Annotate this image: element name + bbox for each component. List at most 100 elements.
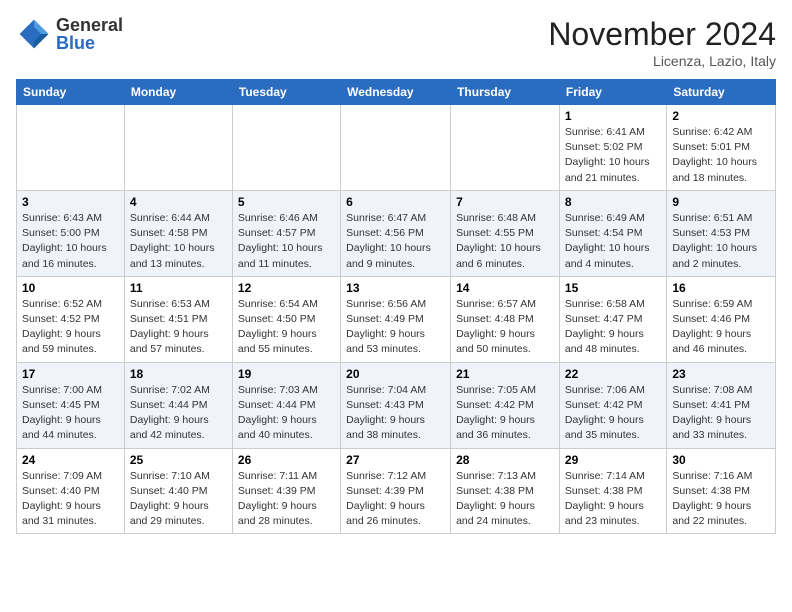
day-cell: 18 Sunrise: 7:02 AM Sunset: 4:44 PM Dayli… [124, 362, 232, 448]
day-info: Sunrise: 6:49 AM Sunset: 4:54 PM Dayligh… [565, 211, 661, 272]
day-cell: 5 Sunrise: 6:46 AM Sunset: 4:57 PM Daylig… [232, 190, 340, 276]
weekday-tuesday: Tuesday [232, 80, 340, 105]
day-number: 6 [346, 195, 445, 209]
day-number: 11 [130, 281, 227, 295]
day-number: 13 [346, 281, 445, 295]
day-info: Sunrise: 6:57 AM Sunset: 4:48 PM Dayligh… [456, 297, 554, 358]
weekday-friday: Friday [559, 80, 666, 105]
day-info: Sunrise: 7:13 AM Sunset: 4:38 PM Dayligh… [456, 469, 554, 530]
day-info: Sunrise: 6:59 AM Sunset: 4:46 PM Dayligh… [672, 297, 770, 358]
day-info: Sunrise: 7:12 AM Sunset: 4:39 PM Dayligh… [346, 469, 445, 530]
day-cell: 23 Sunrise: 7:08 AM Sunset: 4:41 PM Dayli… [667, 362, 776, 448]
day-number: 8 [565, 195, 661, 209]
day-number: 4 [130, 195, 227, 209]
day-number: 19 [238, 367, 335, 381]
day-info: Sunrise: 7:04 AM Sunset: 4:43 PM Dayligh… [346, 383, 445, 444]
day-cell [451, 105, 560, 191]
day-cell: 19 Sunrise: 7:03 AM Sunset: 4:44 PM Dayli… [232, 362, 340, 448]
header-right: November 2024 Licenza, Lazio, Italy [548, 16, 776, 69]
weekday-thursday: Thursday [451, 80, 560, 105]
week-row-5: 24 Sunrise: 7:09 AM Sunset: 4:40 PM Dayli… [17, 448, 776, 534]
day-number: 2 [672, 109, 770, 123]
day-info: Sunrise: 6:54 AM Sunset: 4:50 PM Dayligh… [238, 297, 335, 358]
logo: General Blue [16, 16, 123, 52]
day-number: 24 [22, 453, 119, 467]
day-number: 15 [565, 281, 661, 295]
day-cell: 30 Sunrise: 7:16 AM Sunset: 4:38 PM Dayli… [667, 448, 776, 534]
day-info: Sunrise: 7:03 AM Sunset: 4:44 PM Dayligh… [238, 383, 335, 444]
day-info: Sunrise: 7:11 AM Sunset: 4:39 PM Dayligh… [238, 469, 335, 530]
day-number: 20 [346, 367, 445, 381]
calendar-table: SundayMondayTuesdayWednesdayThursdayFrid… [16, 79, 776, 534]
day-info: Sunrise: 6:43 AM Sunset: 5:00 PM Dayligh… [22, 211, 119, 272]
day-number: 9 [672, 195, 770, 209]
day-cell: 28 Sunrise: 7:13 AM Sunset: 4:38 PM Dayli… [451, 448, 560, 534]
day-cell: 16Sunrise: 6:59 AM Sunset: 4:46 PM Dayli… [667, 276, 776, 362]
day-cell: 9 Sunrise: 6:51 AM Sunset: 4:53 PM Daylig… [667, 190, 776, 276]
page-header: General Blue November 2024 Licenza, Lazi… [16, 16, 776, 69]
logo-general: General [56, 16, 123, 34]
day-cell: 7Sunrise: 6:48 AM Sunset: 4:55 PM Daylig… [451, 190, 560, 276]
location: Licenza, Lazio, Italy [548, 53, 776, 69]
day-cell: 4 Sunrise: 6:44 AM Sunset: 4:58 PM Daylig… [124, 190, 232, 276]
day-cell: 3 Sunrise: 6:43 AM Sunset: 5:00 PM Daylig… [17, 190, 125, 276]
day-number: 7 [456, 195, 554, 209]
day-cell: 15 Sunrise: 6:58 AM Sunset: 4:47 PM Dayli… [559, 276, 666, 362]
day-info: Sunrise: 6:44 AM Sunset: 4:58 PM Dayligh… [130, 211, 227, 272]
logo-blue: Blue [56, 34, 123, 52]
day-info: Sunrise: 7:14 AM Sunset: 4:38 PM Dayligh… [565, 469, 661, 530]
month-title: November 2024 [548, 16, 776, 53]
day-info: Sunrise: 7:05 AM Sunset: 4:42 PM Dayligh… [456, 383, 554, 444]
logo-icon [16, 16, 52, 52]
weekday-wednesday: Wednesday [341, 80, 451, 105]
day-info: Sunrise: 7:16 AM Sunset: 4:38 PM Dayligh… [672, 469, 770, 530]
day-cell: 24 Sunrise: 7:09 AM Sunset: 4:40 PM Dayli… [17, 448, 125, 534]
day-cell: 11 Sunrise: 6:53 AM Sunset: 4:51 PM Dayli… [124, 276, 232, 362]
day-cell: 20 Sunrise: 7:04 AM Sunset: 4:43 PM Dayli… [341, 362, 451, 448]
day-number: 28 [456, 453, 554, 467]
day-info: Sunrise: 6:51 AM Sunset: 4:53 PM Dayligh… [672, 211, 770, 272]
day-cell [341, 105, 451, 191]
day-cell [124, 105, 232, 191]
day-info: Sunrise: 6:58 AM Sunset: 4:47 PM Dayligh… [565, 297, 661, 358]
week-row-3: 10 Sunrise: 6:52 AM Sunset: 4:52 PM Dayli… [17, 276, 776, 362]
day-info: Sunrise: 7:06 AM Sunset: 4:42 PM Dayligh… [565, 383, 661, 444]
day-number: 10 [22, 281, 119, 295]
day-number: 22 [565, 367, 661, 381]
day-cell: 26Sunrise: 7:11 AM Sunset: 4:39 PM Dayli… [232, 448, 340, 534]
day-cell [232, 105, 340, 191]
day-number: 25 [130, 453, 227, 467]
day-info: Sunrise: 7:09 AM Sunset: 4:40 PM Dayligh… [22, 469, 119, 530]
day-info: Sunrise: 6:56 AM Sunset: 4:49 PM Dayligh… [346, 297, 445, 358]
day-number: 27 [346, 453, 445, 467]
day-number: 23 [672, 367, 770, 381]
weekday-header-row: SundayMondayTuesdayWednesdayThursdayFrid… [17, 80, 776, 105]
day-number: 21 [456, 367, 554, 381]
week-row-1: 1Sunrise: 6:41 AM Sunset: 5:02 PM Daylig… [17, 105, 776, 191]
week-row-2: 3 Sunrise: 6:43 AM Sunset: 5:00 PM Daylig… [17, 190, 776, 276]
day-info: Sunrise: 6:47 AM Sunset: 4:56 PM Dayligh… [346, 211, 445, 272]
day-cell: 21 Sunrise: 7:05 AM Sunset: 4:42 PM Dayli… [451, 362, 560, 448]
day-info: Sunrise: 6:53 AM Sunset: 4:51 PM Dayligh… [130, 297, 227, 358]
day-cell: 22 Sunrise: 7:06 AM Sunset: 4:42 PM Dayli… [559, 362, 666, 448]
day-number: 18 [130, 367, 227, 381]
day-info: Sunrise: 6:46 AM Sunset: 4:57 PM Dayligh… [238, 211, 335, 272]
day-cell: 8 Sunrise: 6:49 AM Sunset: 4:54 PM Daylig… [559, 190, 666, 276]
weekday-monday: Monday [124, 80, 232, 105]
day-info: Sunrise: 6:52 AM Sunset: 4:52 PM Dayligh… [22, 297, 119, 358]
day-number: 30 [672, 453, 770, 467]
day-number: 3 [22, 195, 119, 209]
day-info: Sunrise: 7:10 AM Sunset: 4:40 PM Dayligh… [130, 469, 227, 530]
day-info: Sunrise: 6:42 AM Sunset: 5:01 PM Dayligh… [672, 125, 770, 186]
day-cell: 17Sunrise: 7:00 AM Sunset: 4:45 PM Dayli… [17, 362, 125, 448]
day-info: Sunrise: 7:00 AM Sunset: 4:45 PM Dayligh… [22, 383, 119, 444]
day-cell: 6 Sunrise: 6:47 AM Sunset: 4:56 PM Daylig… [341, 190, 451, 276]
logo-text: General Blue [56, 16, 123, 52]
day-info: Sunrise: 6:41 AM Sunset: 5:02 PM Dayligh… [565, 125, 661, 186]
day-info: Sunrise: 7:02 AM Sunset: 4:44 PM Dayligh… [130, 383, 227, 444]
calendar-page: General Blue November 2024 Licenza, Lazi… [0, 0, 792, 544]
weekday-sunday: Sunday [17, 80, 125, 105]
day-number: 5 [238, 195, 335, 209]
day-cell: 14Sunrise: 6:57 AM Sunset: 4:48 PM Dayli… [451, 276, 560, 362]
day-info: Sunrise: 7:08 AM Sunset: 4:41 PM Dayligh… [672, 383, 770, 444]
